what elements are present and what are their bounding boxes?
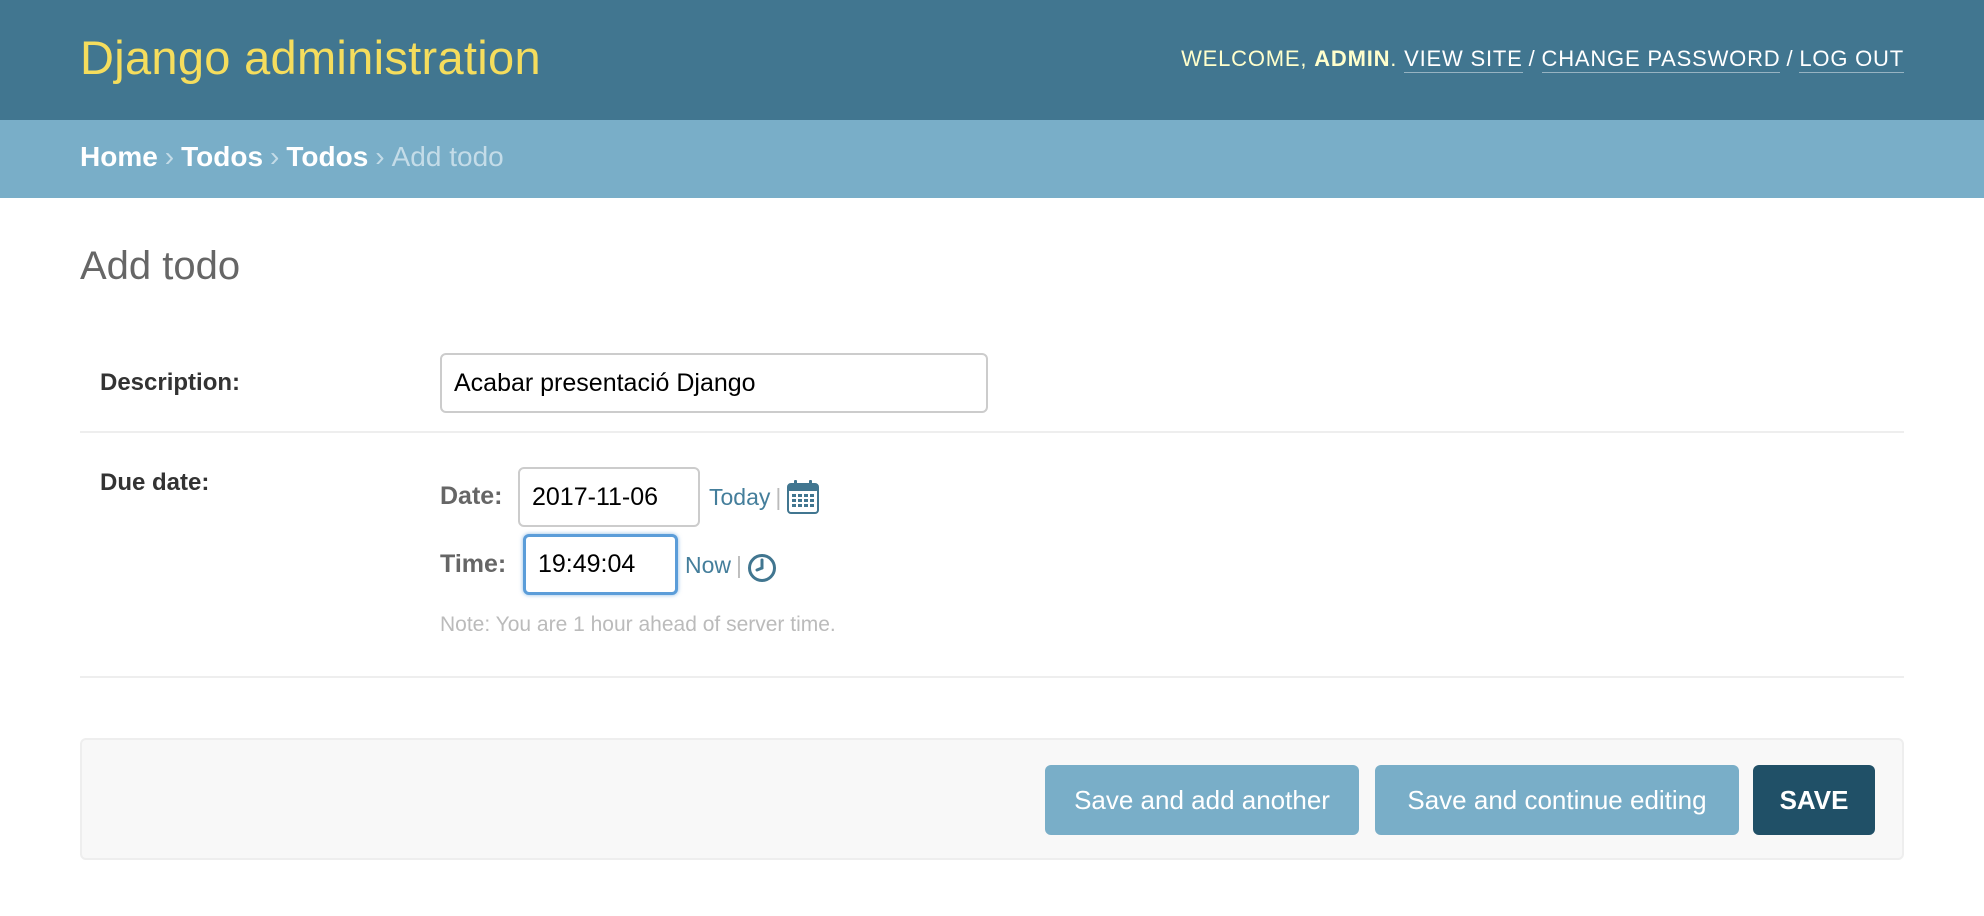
- date-label: Date:: [440, 482, 503, 510]
- change-password-link[interactable]: CHANGE PASSWORD: [1541, 46, 1781, 73]
- breadcrumb-todos-model[interactable]: Todos: [286, 141, 368, 172]
- welcome-text: WELCOME,: [1181, 46, 1315, 71]
- save-and-continue-button[interactable]: Save and continue editing: [1375, 765, 1739, 835]
- view-site-link[interactable]: VIEW SITE: [1404, 46, 1523, 73]
- site-header: Django administration WELCOME, ADMIN. VI…: [0, 0, 1984, 120]
- timezone-note: Note: You are 1 hour ahead of server tim…: [440, 613, 836, 636]
- submit-row: Save and add another Save and continue e…: [80, 738, 1904, 860]
- description-label: Description:: [100, 369, 241, 396]
- site-brand[interactable]: Django administration: [80, 30, 541, 85]
- breadcrumb-arrow: ›: [164, 141, 175, 172]
- time-input[interactable]: [523, 534, 678, 595]
- separator: /: [1528, 46, 1536, 71]
- calendar-icon[interactable]: [787, 480, 819, 514]
- welcome-period: .: [1390, 46, 1398, 71]
- time-label: Time:: [440, 550, 507, 578]
- now-link[interactable]: Now: [685, 552, 731, 578]
- time-shortcuts: Now |: [685, 552, 742, 579]
- save-button[interactable]: SAVE: [1753, 765, 1875, 835]
- user-tools: WELCOME, ADMIN. VIEW SITE / CHANGE PASSWOR…: [1181, 46, 1904, 73]
- breadcrumb-arrow: ›: [375, 141, 385, 172]
- breadcrumb-home[interactable]: Home: [80, 141, 158, 172]
- due-date-label: Due date:: [100, 469, 210, 496]
- clock-icon[interactable]: [747, 553, 777, 583]
- breadcrumb-arrow: ›: [270, 141, 280, 172]
- username: ADMIN: [1314, 46, 1391, 71]
- form-row-due-date: Due date: Date: Today| Time: Now| Note: …: [80, 433, 1904, 678]
- separator: /: [1786, 46, 1794, 71]
- shortcut-separator: |: [775, 484, 782, 510]
- date-input[interactable]: [518, 467, 700, 527]
- page-title: Add todo: [80, 244, 241, 288]
- log-out-link[interactable]: LOG OUT: [1799, 46, 1904, 73]
- shortcut-separator: |: [736, 552, 742, 578]
- description-input[interactable]: [440, 353, 988, 413]
- breadcrumb-todos-app[interactable]: Todos: [181, 141, 263, 172]
- date-shortcuts: Today |: [709, 484, 781, 511]
- breadcrumb-current: Add todo: [391, 141, 504, 172]
- form-row-description: Description:: [80, 333, 1904, 433]
- today-link[interactable]: Today: [709, 484, 770, 510]
- save-and-add-another-button[interactable]: Save and add another: [1045, 765, 1359, 835]
- breadcrumb: Home › Todos › Todos › Add todo: [0, 120, 1984, 198]
